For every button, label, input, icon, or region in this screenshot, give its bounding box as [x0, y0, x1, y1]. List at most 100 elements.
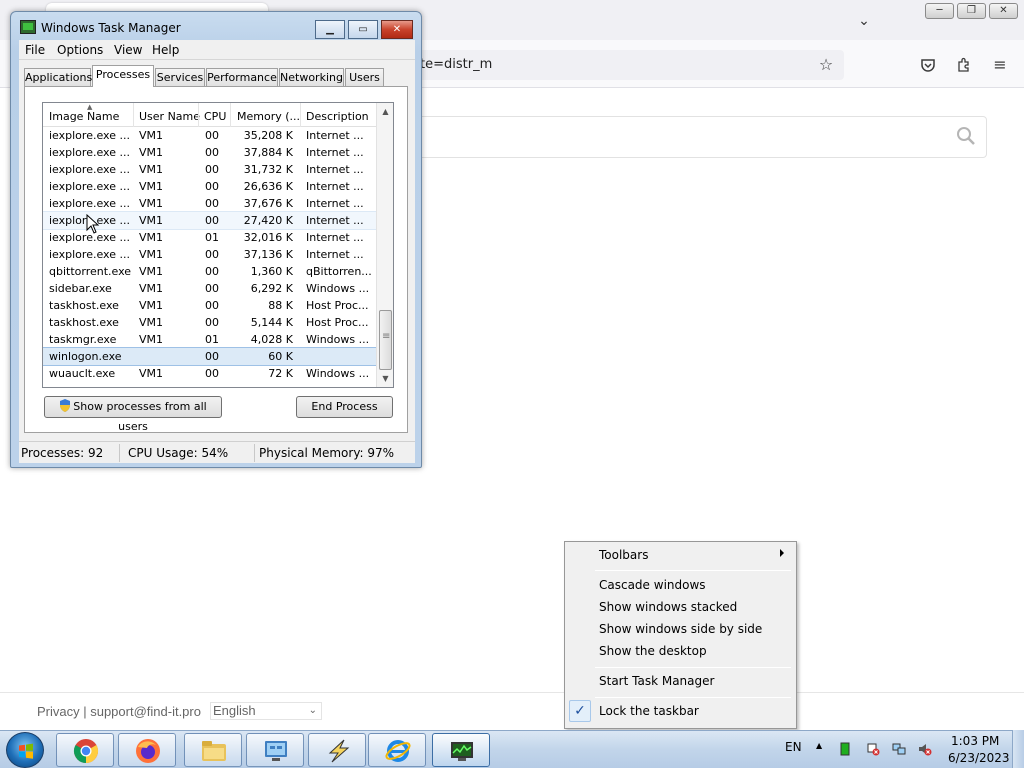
chrome-icon	[73, 739, 99, 763]
menu-item-start-task-manager[interactable]: Start Task Manager	[599, 674, 714, 688]
tab-users[interactable]: Users	[345, 68, 384, 86]
menu-help[interactable]: Help	[152, 43, 179, 57]
cell-cpu: 00	[205, 197, 219, 210]
taskbar-task-manager-button[interactable]	[432, 733, 490, 767]
explorer-icon	[202, 741, 226, 761]
table-row[interactable]: iexplore.exe ... VM1 00 26,636 K Internet ..…	[43, 178, 377, 195]
table-row[interactable]: qbittorrent.exe VM1 00 1,360 K qBittorren...	[43, 263, 377, 280]
table-row[interactable]: iexplore.exe ... VM1 00 37,136 K Internet ..…	[43, 246, 377, 263]
search-icon[interactable]	[954, 124, 978, 148]
window-title: Windows Task Manager	[41, 21, 181, 35]
close-button[interactable]: ✕	[381, 20, 413, 39]
scroll-down-icon[interactable]: ▼	[377, 370, 393, 387]
browser-close-button[interactable]: ✕	[989, 3, 1018, 19]
tab-applications[interactable]: Applications	[24, 68, 92, 86]
scroll-up-icon[interactable]: ▲	[377, 103, 393, 120]
cell-cpu: 00	[205, 350, 219, 363]
table-row[interactable]: iexplore.exe ... VM1 00 31,732 K Internet ..…	[43, 161, 377, 178]
column-memory[interactable]: Memory (...	[237, 110, 300, 123]
cell-description: Internet ...	[306, 231, 364, 244]
menu-item-toolbars[interactable]: Toolbars	[599, 548, 648, 562]
hamburger-menu-icon[interactable]: ≡	[988, 54, 1012, 76]
cell-description: qBittorren...	[306, 265, 372, 278]
tab-services[interactable]: Services	[155, 68, 205, 86]
status-divider	[119, 444, 120, 462]
cell-description: Windows ...	[306, 333, 370, 346]
show-hidden-icons-icon[interactable]: ▲	[816, 741, 822, 750]
process-list[interactable]: ▲ Image Name User Name CPU Memory (... D…	[42, 102, 394, 388]
cell-cpu: 00	[205, 163, 219, 176]
cell-user-name: VM1	[139, 146, 164, 159]
tab-processes[interactable]: Processes	[92, 65, 154, 87]
scroll-thumb[interactable]	[379, 310, 392, 370]
cell-memory: 5,144 K	[250, 316, 293, 329]
browser-minimize-button[interactable]: ─	[925, 3, 954, 19]
menu-view[interactable]: View	[114, 43, 142, 57]
taskbar-explorer-button[interactable]	[184, 733, 242, 767]
menu-item-show-windows-stacked[interactable]: Show windows stacked	[599, 600, 737, 614]
taskbar-chrome-button[interactable]	[56, 733, 114, 767]
taskbar-control-panel-button[interactable]	[246, 733, 304, 767]
url-text[interactable]: te=distr_m	[420, 57, 492, 72]
show-desktop-button[interactable]	[1012, 730, 1024, 768]
table-row[interactable]: taskhost.exe VM1 00 88 K Host Proc...	[43, 297, 377, 314]
taskbar-firefox-button[interactable]	[118, 733, 176, 767]
maximize-button[interactable]: ▭	[348, 20, 378, 39]
table-row[interactable]: taskmgr.exe VM1 01 4,028 K Windows ...	[43, 331, 377, 348]
battery-meter-icon[interactable]	[838, 742, 852, 756]
cell-memory: 32,016 K	[243, 231, 293, 244]
column-image-name[interactable]: Image Name	[49, 110, 119, 123]
menu-item-cascade-windows[interactable]: Cascade windows	[599, 578, 706, 592]
bookmark-star-icon[interactable]: ☆	[814, 54, 838, 76]
cell-user-name: VM1	[139, 231, 164, 244]
clock-time[interactable]: 1:03 PM	[951, 734, 999, 748]
column-divider[interactable]	[198, 103, 199, 127]
tab-list-chevron-icon[interactable]: ⌄	[852, 10, 876, 32]
tab-networking[interactable]: Networking	[279, 68, 344, 86]
network-icon[interactable]	[892, 742, 906, 756]
taskbar-winamp-button[interactable]	[308, 733, 366, 767]
action-center-flag-icon[interactable]	[866, 742, 880, 756]
input-language-indicator[interactable]: EN	[785, 740, 802, 754]
footer-links[interactable]: Privacy | support@find-it.pro	[37, 704, 201, 719]
column-divider[interactable]	[300, 103, 301, 127]
menu-separator	[595, 570, 791, 571]
table-row[interactable]: taskhost.exe VM1 00 5,144 K Host Proc...	[43, 314, 377, 331]
volume-muted-icon[interactable]	[918, 742, 932, 756]
browser-restore-button[interactable]: ❐	[957, 3, 986, 19]
start-button[interactable]	[6, 732, 44, 768]
table-row[interactable]: wuauclt.exe VM1 00 72 K Windows ...	[43, 365, 377, 382]
menu-file[interactable]: File	[25, 43, 45, 57]
menu-options[interactable]: Options	[57, 43, 103, 57]
column-cpu[interactable]: CPU	[204, 110, 226, 123]
column-description[interactable]: Description	[306, 110, 369, 123]
cell-cpu: 00	[205, 146, 219, 159]
column-user-name[interactable]: User Name	[139, 110, 200, 123]
table-row[interactable]: iexplore.exe ... VM1 00 37,884 K Internet ..…	[43, 144, 377, 161]
cell-cpu: 01	[205, 333, 219, 346]
clock-date[interactable]: 6/23/2023	[948, 751, 1010, 765]
language-select[interactable]: English ⌄	[210, 702, 322, 720]
taskbar-ie-button[interactable]	[368, 733, 426, 767]
cell-user-name: VM1	[139, 299, 164, 312]
menu-item-show-windows-side-by-side[interactable]: Show windows side by side	[599, 622, 762, 636]
show-all-processes-label: Show processes from all users	[73, 400, 207, 433]
menu-item-lock-taskbar[interactable]: Lock the taskbar	[599, 704, 699, 718]
table-row-selected[interactable]: winlogon.exe 00 60 K	[43, 347, 378, 366]
minimize-button[interactable]: ▁	[315, 20, 345, 39]
tab-performance[interactable]: Performance	[206, 68, 278, 86]
process-list-scrollbar[interactable]: ▲ ▼	[376, 103, 393, 387]
extensions-icon[interactable]	[952, 54, 976, 76]
table-row[interactable]: iexplore.exe ... VM1 00 35,208 K Internet ..…	[43, 127, 377, 144]
processes-panel: ▲ Image Name User Name CPU Memory (... D…	[24, 86, 408, 433]
page-search-box[interactable]	[390, 116, 987, 158]
menu-item-show-desktop[interactable]: Show the desktop	[599, 644, 707, 658]
pocket-icon[interactable]	[916, 54, 940, 76]
table-row[interactable]: iexplore.exe ... VM1 00 37,676 K Internet ..…	[43, 195, 377, 212]
end-process-button[interactable]: End Process	[296, 396, 393, 418]
column-divider[interactable]	[133, 103, 134, 127]
column-divider[interactable]	[230, 103, 231, 127]
show-all-processes-button[interactable]: Show processes from all users	[44, 396, 222, 433]
table-row[interactable]: sidebar.exe VM1 00 6,292 K Windows ...	[43, 280, 377, 297]
cell-user-name: VM1	[139, 197, 164, 210]
